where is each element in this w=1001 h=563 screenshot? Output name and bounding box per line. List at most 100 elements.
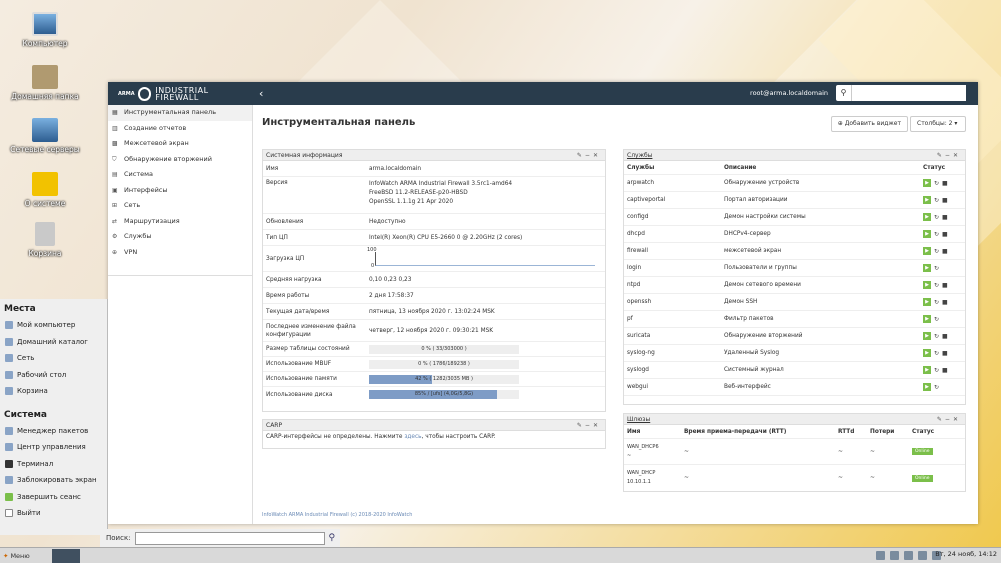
restart-service-icon[interactable]: ↻ [934,231,939,238]
service-row: webgui Веб-интерфейс ▶ ↻ [624,379,965,396]
start-service-icon[interactable]: ▶ [923,315,931,323]
start-service-icon[interactable]: ▶ [923,196,931,204]
sidebar-item-interfaces[interactable]: ▣ Интерфейсы [108,183,252,199]
taskbar-app[interactable] [52,548,80,563]
carp-config-link[interactable]: здесь [404,434,421,440]
start-service-icon[interactable]: ▶ [923,332,931,340]
restart-service-icon[interactable]: ↻ [934,316,939,323]
updates-icon[interactable] [876,551,885,560]
memory-bar: 42 % ( 1282/3035 MB ) [369,374,519,384]
restart-service-icon[interactable]: ↻ [934,333,939,340]
info-row: Последнее изменение файла конфигурации че… [263,320,605,342]
stop-service-icon[interactable]: ■ [942,299,948,306]
menu-item-lock-screen[interactable]: Заблокировать экран [0,472,107,489]
info-row: Средняя нагрузка 0,10 0,23 0,23 [263,272,605,288]
menu-item-trash[interactable]: Корзина [0,383,107,400]
stop-service-icon[interactable]: ■ [942,214,948,221]
stop-service-icon[interactable]: ■ [942,367,948,374]
menu-item-package-manager[interactable]: Менеджер пакетов [0,423,107,440]
restart-service-icon[interactable]: ↻ [934,282,939,289]
cpu-graph [375,251,595,266]
start-service-icon[interactable]: ▶ [923,213,931,221]
volume-icon[interactable] [918,551,927,560]
restart-service-icon[interactable]: ↻ [934,299,939,306]
sidebar-item-ids[interactable]: ⛉ Обнаружение вторжений [108,152,252,168]
start-service-icon[interactable]: ▶ [923,349,931,357]
stop-service-icon[interactable]: ■ [942,350,948,357]
stop-service-icon[interactable]: ■ [942,231,948,238]
collapse-sidebar-icon[interactable]: ‹ [259,87,263,100]
menu-item-logout[interactable]: Завершить сеанс [0,489,107,506]
stop-service-icon[interactable]: ■ [942,282,948,289]
columns-select[interactable]: Столбцы: 2 ▾ [910,116,966,132]
restart-service-icon[interactable]: ↻ [934,214,939,221]
service-row: login Пользователи и группы ▶ ↻ [624,260,965,277]
restart-service-icon[interactable]: ↻ [934,384,939,391]
search-icon[interactable]: ⚲ [329,533,336,543]
sidebar-item-routing[interactable]: ⇄ Маршрутизация [108,214,252,230]
start-service-icon[interactable]: ▶ [923,247,931,255]
menu-item-desktop[interactable]: Рабочий стол [0,367,107,384]
panel-header: CARP ✎−✕ [263,420,605,431]
restart-service-icon[interactable]: ↻ [934,367,939,374]
sidebar-item-firewall[interactable]: ▩ Межсетевой экран [108,136,252,152]
menu-button[interactable]: ✦ Меню [0,552,50,560]
start-service-icon[interactable]: ▶ [923,179,931,187]
sidebar-item-services[interactable]: ⚙ Службы [108,229,252,245]
clock[interactable]: Вт, 24 нояб, 14:12 [935,550,997,558]
start-service-icon[interactable]: ▶ [923,298,931,306]
start-service-icon[interactable]: ▶ [923,281,931,289]
sidebar-item-vpn[interactable]: ⊕ VPN [108,245,252,261]
start-service-icon[interactable]: ▶ [923,230,931,238]
user-label[interactable]: root@arma.localdomain [750,89,828,97]
sidebar-item-dashboard[interactable]: ▦ Инструментальная панель [108,105,252,121]
stop-service-icon[interactable]: ■ [942,180,948,187]
bar-row: Использование памяти 42 % ( 1282/3035 MB … [263,372,605,387]
bluetooth-icon[interactable] [890,551,899,560]
desktop-icon-about[interactable]: О системе [10,172,80,208]
desktop-icon-network[interactable]: Сетевые серверы [10,118,80,154]
desktop-icon-trash[interactable]: Корзина [10,222,80,258]
restart-service-icon[interactable]: ↻ [934,265,939,272]
gateway-row: WAN_DHCP6 ~ ~ ~ ~ Online [624,439,965,465]
panel-controls[interactable]: ✎−✕ [577,420,601,431]
add-widget-button[interactable]: ⊕ Добавить виджет [830,116,908,132]
menu-item-network[interactable]: Сеть [0,350,107,367]
menu-item-home[interactable]: Домашний каталог [0,334,107,351]
computer-icon [32,12,58,36]
menu-item-my-computer[interactable]: Мой компьютер [0,317,107,334]
search-box[interactable]: ⚲ [836,85,966,101]
gateway-row: WAN_DHCP 10.10.1.1 ~ ~ ~ Online [624,465,965,491]
menu-item-control-center[interactable]: Центр управления [0,439,107,456]
sidebar-item-system[interactable]: ▤ Система [108,167,252,183]
restart-service-icon[interactable]: ↻ [934,248,939,255]
info-row: Текущая дата/время пятница, 13 ноября 202… [263,304,605,320]
panel-controls[interactable]: ✎−✕ [937,150,961,161]
panel-controls[interactable]: ✎−✕ [577,150,601,161]
desktop-icon-home[interactable]: Домашняя папка [10,65,80,101]
search-icon[interactable]: ⚲ [836,85,852,101]
start-service-icon[interactable]: ▶ [923,366,931,374]
restart-service-icon[interactable]: ↻ [934,197,939,204]
sidebar-item-network[interactable]: ⊞ Сеть [108,198,252,214]
sidebar-item-reports[interactable]: ▥ Создание отчетов [108,121,252,137]
info-row: Имя arma.localdomain [263,161,605,177]
desktop-icon-computer[interactable]: Компьютер [10,12,80,48]
menu-item-terminal[interactable]: Терминал [0,456,107,473]
menu-item-quit[interactable]: Выйти [0,505,107,522]
disk-bar: 85% / [ufs] (4,0G/5,8G) [369,390,519,399]
stop-service-icon[interactable]: ■ [942,333,948,340]
start-service-icon[interactable]: ▶ [923,383,931,391]
panel-controls[interactable]: ✎−✕ [937,414,961,425]
restart-service-icon[interactable]: ↻ [934,350,939,357]
stop-service-icon[interactable]: ■ [942,197,948,204]
start-service-icon[interactable]: ▶ [923,264,931,272]
restart-service-icon[interactable]: ↻ [934,180,939,187]
info-row: Обновления Недоступно [263,214,605,230]
vpn-icon: ⊕ [112,248,118,256]
stop-service-icon[interactable]: ■ [942,248,948,255]
network-icon[interactable] [904,551,913,560]
search-input[interactable] [852,85,966,101]
menu-search-input[interactable] [134,531,325,545]
footer-text: InfoWatch ARMA Industrial Firewall (c) 2… [262,512,413,518]
